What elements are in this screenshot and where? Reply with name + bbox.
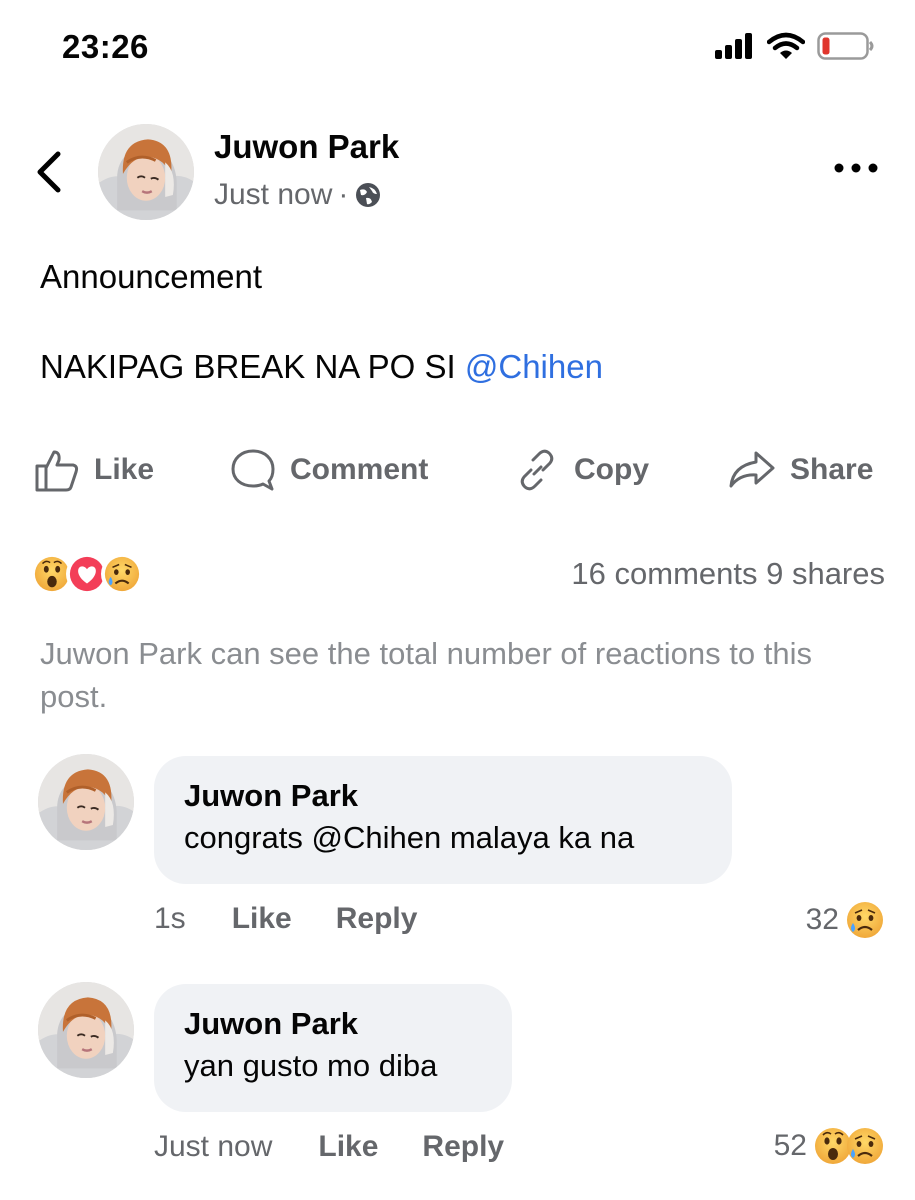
copy-button[interactable]: Copy bbox=[514, 448, 649, 492]
status-icons bbox=[715, 32, 875, 60]
comment-reply-button[interactable]: Reply bbox=[336, 902, 418, 936]
copy-label: Copy bbox=[574, 453, 649, 486]
battery-low-icon bbox=[817, 32, 874, 60]
comment-meta: 1s Like Reply bbox=[154, 902, 417, 936]
comment-time: 1s bbox=[154, 902, 186, 935]
post-meta: Just now · bbox=[214, 178, 382, 212]
comment-author[interactable]: Juwon Park bbox=[184, 1004, 482, 1044]
sad-emoji bbox=[101, 553, 143, 595]
globe-icon bbox=[356, 183, 381, 207]
comment-label: Comment bbox=[290, 453, 429, 486]
reaction-summary[interactable] bbox=[30, 552, 160, 596]
thumbs-up-icon bbox=[35, 450, 79, 492]
status-time: 23:26 bbox=[62, 28, 149, 65]
link-icon bbox=[520, 449, 554, 491]
sad-emoji bbox=[845, 900, 885, 940]
reactions-notice: Juwon Park can see the total number of r… bbox=[40, 636, 812, 714]
back-arrow-icon[interactable] bbox=[28, 148, 72, 196]
author-avatar[interactable] bbox=[98, 124, 194, 220]
comment-meta: Just now Like Reply bbox=[154, 1130, 504, 1164]
post-body: NAKIPAG BREAK NA PO SI @Chihen bbox=[40, 348, 603, 386]
comments-shares-count[interactable]: 16 comments 9 shares bbox=[571, 556, 885, 592]
comment-reply-button[interactable]: Reply bbox=[422, 1130, 504, 1164]
comment-like-button[interactable]: Like bbox=[232, 902, 292, 936]
more-options-icon[interactable] bbox=[831, 156, 881, 180]
comment-text: yan gusto mo diba bbox=[184, 1048, 438, 1083]
cellular-signal-icon bbox=[715, 33, 752, 59]
comment-reaction-number: 32 bbox=[805, 903, 839, 936]
comment-reaction-count[interactable]: 52 bbox=[774, 1126, 885, 1166]
comment-bubble-icon bbox=[231, 449, 275, 491]
post-body-text: NAKIPAG BREAK NA PO SI bbox=[40, 348, 465, 385]
share-arrow-icon bbox=[729, 451, 775, 488]
share-button[interactable]: Share bbox=[728, 448, 873, 492]
comment-bubble: Juwon Park congrats @Chihen malaya ka na bbox=[154, 756, 732, 884]
comment-bubble: Juwon Park yan gusto mo diba bbox=[154, 984, 512, 1112]
comment-reaction-count[interactable]: 32 bbox=[806, 900, 885, 940]
comment-button[interactable]: Comment bbox=[230, 448, 428, 492]
comment-reaction-number: 52 bbox=[773, 1129, 807, 1162]
post-author-name[interactable]: Juwon Park bbox=[214, 128, 399, 166]
share-label: Share bbox=[790, 453, 874, 486]
comment-avatar[interactable] bbox=[38, 754, 134, 850]
comment-author[interactable]: Juwon Park bbox=[184, 776, 702, 816]
mention-link[interactable]: @Chihen bbox=[465, 348, 603, 385]
post-timestamp[interactable]: Just now bbox=[214, 178, 332, 212]
comment-avatar[interactable] bbox=[38, 982, 134, 1078]
meta-separator: · bbox=[338, 178, 349, 211]
comment-like-button[interactable]: Like bbox=[318, 1130, 378, 1164]
comment-time: Just now bbox=[154, 1130, 273, 1163]
like-label: Like bbox=[94, 453, 155, 486]
wifi-icon bbox=[767, 32, 805, 59]
like-button[interactable]: Like bbox=[34, 448, 154, 492]
post-title: Announcement bbox=[40, 258, 262, 295]
comment-text: congrats @Chihen malaya ka na bbox=[184, 820, 635, 855]
sad-emoji bbox=[845, 1126, 885, 1166]
